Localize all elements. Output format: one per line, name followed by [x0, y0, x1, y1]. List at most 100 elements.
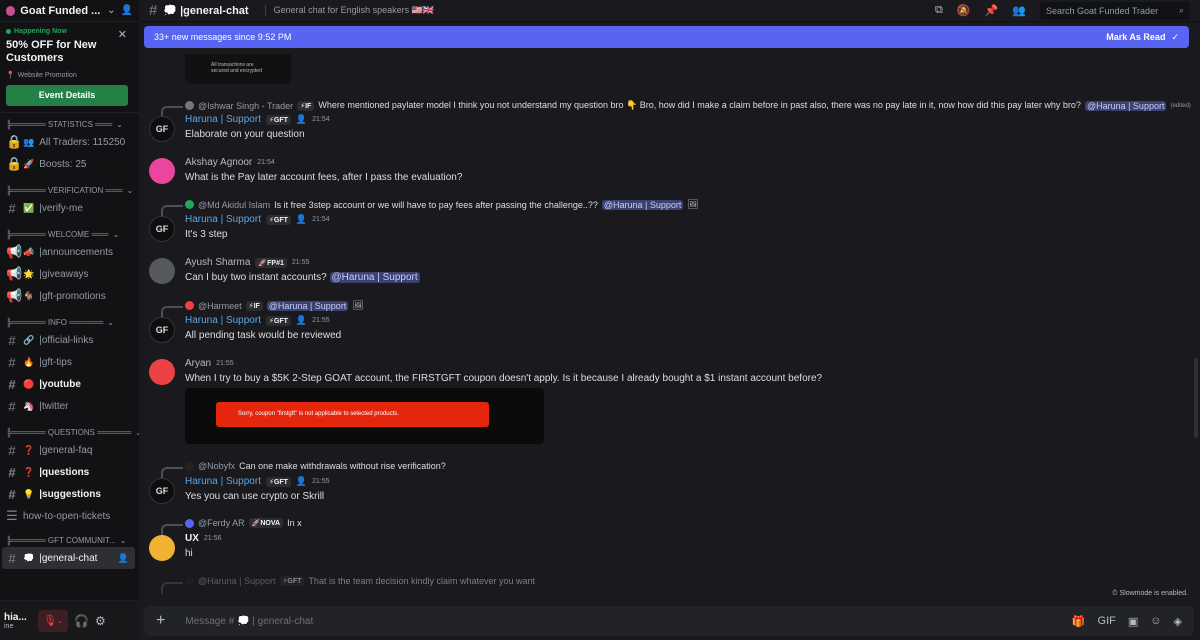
author-name[interactable]: UX — [185, 533, 199, 544]
gear-icon[interactable]: ⚙ — [95, 614, 106, 628]
staff-icon: 👤 — [295, 476, 308, 486]
user-info[interactable]: hia... ine — [4, 612, 32, 630]
hash-icon: # — [8, 376, 16, 392]
event-tag-label: Happening Now — [14, 28, 67, 35]
channel-label: |general-faq — [39, 444, 93, 456]
attach-plus-icon[interactable]: + — [156, 612, 165, 630]
category-statistics[interactable]: ╠══════ STATISTICS ═══ ⌄ — [0, 117, 139, 131]
channel-topic[interactable]: General chat for English speakers 🇺🇸🇬🇧 — [264, 5, 434, 16]
sidebar-item-giveaways[interactable]: 📢 🌟 |giveaways — [0, 263, 139, 285]
new-messages-bar[interactable]: 33+ new messages since 9:52 PM Mark As R… — [144, 26, 1189, 48]
threads-icon[interactable]: ⧉ — [935, 4, 943, 17]
reply-preview[interactable]: @Nobyfx Can one make withdrawals without… — [161, 461, 446, 479]
close-icon[interactable]: ✕ — [118, 28, 127, 41]
message-text: It's 3 step — [185, 229, 228, 240]
sidebar-item-youtube[interactable]: # 🔴 |youtube — [0, 373, 139, 395]
chevron-down-icon: ⌄ — [126, 185, 134, 195]
sidebar-item-how-to-open-tickets[interactable]: ☰ how-to-open-tickets — [0, 505, 139, 527]
channel-label: |giveaways — [39, 268, 89, 280]
reply-preview[interactable]: @Ishwar Singh - Trader ⚡IF Where mention… — [161, 100, 1191, 118]
author-name[interactable]: Haruna | Support — [185, 214, 261, 225]
author-name[interactable]: Akshay Agnoor — [185, 157, 252, 168]
role-badge: ⚡GFT — [265, 476, 291, 487]
author-name[interactable]: Ayush Sharma — [185, 257, 250, 268]
headphones-icon[interactable]: 🎧 — [74, 614, 89, 628]
event-details-button[interactable]: Event Details — [6, 85, 128, 106]
channel-emoji: 🔴 — [23, 378, 35, 389]
event-location: 📍 Website Promotion — [6, 71, 133, 80]
add-member-icon[interactable]: 👤 — [118, 553, 129, 564]
sticker-icon[interactable]: ▣ — [1128, 615, 1138, 628]
message-composer[interactable]: + Message # 💭 | general-chat 🎁 GIF ▣ ☺ ◈ — [144, 606, 1194, 636]
member-list-icon[interactable]: 👥 — [1012, 4, 1026, 17]
category-label: ╠══════ VERIFICATION ═══ — [6, 185, 123, 195]
author-name[interactable]: Haruna | Support — [185, 476, 261, 487]
emoji-icon[interactable]: ☺ — [1150, 615, 1161, 628]
notification-muted-icon[interactable]: 🔕 — [957, 4, 971, 17]
avatar[interactable] — [149, 359, 175, 385]
category-info[interactable]: ╠══════ INFO ══════ ⌄ — [0, 315, 139, 329]
user-name: hia... — [4, 611, 27, 623]
author-name[interactable]: Haruna | Support — [185, 315, 261, 326]
sidebar-item-gft-promotions[interactable]: 📢 🐐 |gft-promotions — [0, 285, 139, 307]
sidebar-item-questions[interactable]: # ❓ |questions — [0, 461, 139, 483]
avatar[interactable]: GF — [149, 317, 175, 343]
mention[interactable]: @Haruna | Support — [329, 272, 420, 283]
mic-off-icon: 🎙 — [43, 615, 58, 627]
timestamp: 21:54 — [257, 159, 275, 166]
server-header[interactable]: Goat Funded ... ⌄ 👤 — [0, 0, 139, 22]
avatar[interactable] — [149, 535, 175, 561]
sidebar-item-general-faq[interactable]: # ❓ |general-faq — [0, 439, 139, 461]
hash-icon: # — [8, 550, 16, 566]
attachment-caption: All transactions are secured and encrypt… — [211, 62, 262, 74]
avatar[interactable] — [149, 158, 175, 184]
role-badge: 🚀NOVA — [248, 518, 284, 528]
invite-people-icon[interactable]: 👤 — [121, 5, 133, 16]
hash-icon: # — [8, 442, 16, 458]
reply-author: @Md Akidul Islam — [198, 199, 271, 210]
scrollbar[interactable] — [1194, 358, 1198, 438]
gif-icon[interactable]: GIF — [1098, 615, 1116, 628]
reply-preview[interactable]: @Ferdy AR 🚀NOVA In x — [161, 518, 302, 536]
mention[interactable]: @Haruna | Support — [266, 300, 349, 311]
channel-emoji: 🚀 — [23, 158, 35, 169]
author-name[interactable]: Aryan — [185, 358, 211, 369]
sidebar-item-twitter[interactable]: # 🦄 |twitter — [0, 395, 139, 417]
attachment-image[interactable]: Sorry, coupon "firstgft" is not applicab… — [185, 388, 544, 444]
sidebar-item-general-chat[interactable]: # 💭 |general-chat 👤 — [2, 547, 135, 569]
apps-icon[interactable]: ◈ — [1174, 615, 1182, 628]
avatar[interactable]: GF — [149, 216, 175, 242]
category-questions[interactable]: ╠══════ QUESTIONS ══════ ⌄ — [0, 425, 139, 439]
category-gft-community[interactable]: ╠══════ GFT COMMUNIT... ⌄ — [0, 533, 139, 547]
sidebar-item-all-traders[interactable]: 🔒 👥 All Traders: 115250 — [0, 131, 139, 153]
sidebar-item-verify-me[interactable]: # ✅ |verify-me — [0, 197, 139, 219]
reply-preview[interactable]: @Haruna | Support ⚡GFT That is the team … — [160, 576, 535, 594]
sidebar-item-official-links[interactable]: # 🔗 |official-links — [0, 329, 139, 351]
sidebar-item-announcements[interactable]: 📢 📣 |announcements — [0, 241, 139, 263]
timestamp: 21:55 — [291, 259, 310, 266]
microphone-muted-button[interactable]: 🎙 ⌄ — [38, 609, 68, 632]
category-welcome[interactable]: ╠══════ WELCOME ═══ ⌄ — [0, 227, 139, 241]
channel-emoji: 🔗 — [23, 334, 35, 345]
sidebar-item-gft-tips[interactable]: # 🔥 |gft-tips — [0, 351, 139, 373]
reply-avatar — [185, 576, 194, 586]
sidebar-item-suggestions[interactable]: # 💡 |suggestions — [0, 483, 139, 505]
chat-area: # 💭 |general-chat General chat for Engli… — [139, 0, 1200, 640]
mention[interactable]: @Haruna | Support — [601, 199, 684, 210]
author-name[interactable]: Haruna | Support — [185, 114, 261, 125]
avatar[interactable]: GF — [149, 478, 175, 504]
category-verification[interactable]: ╠══════ VERIFICATION ═══ ⌄ — [0, 183, 139, 197]
reply-preview[interactable]: @Harmeet ⚡IF @Haruna | Support 🖼 — [161, 300, 364, 318]
mention[interactable]: @Haruna | Support — [1084, 100, 1167, 111]
user-panel: hia... ine 🎙 ⌄ 🎧 ⚙ — [0, 600, 139, 640]
sidebar-item-boosts[interactable]: 🔒 🚀 Boosts: 25 — [0, 153, 139, 175]
reply-preview[interactable]: @Md Akidul Islam Is it free 3step accoun… — [161, 199, 699, 217]
avatar[interactable]: GF — [149, 116, 175, 142]
attachment-image[interactable]: All transactions are secured and encrypt… — [185, 54, 291, 84]
pinned-messages-icon[interactable]: 📌 — [985, 4, 999, 17]
chevron-down-icon[interactable]: ⌄ — [107, 5, 115, 16]
search-input[interactable]: Search Goat Funded Trader ⌕ — [1040, 1, 1190, 20]
avatar[interactable] — [149, 258, 175, 284]
mark-as-read-button[interactable]: Mark As Read ✓ — [1106, 32, 1179, 43]
gift-icon[interactable]: 🎁 — [1072, 615, 1086, 628]
